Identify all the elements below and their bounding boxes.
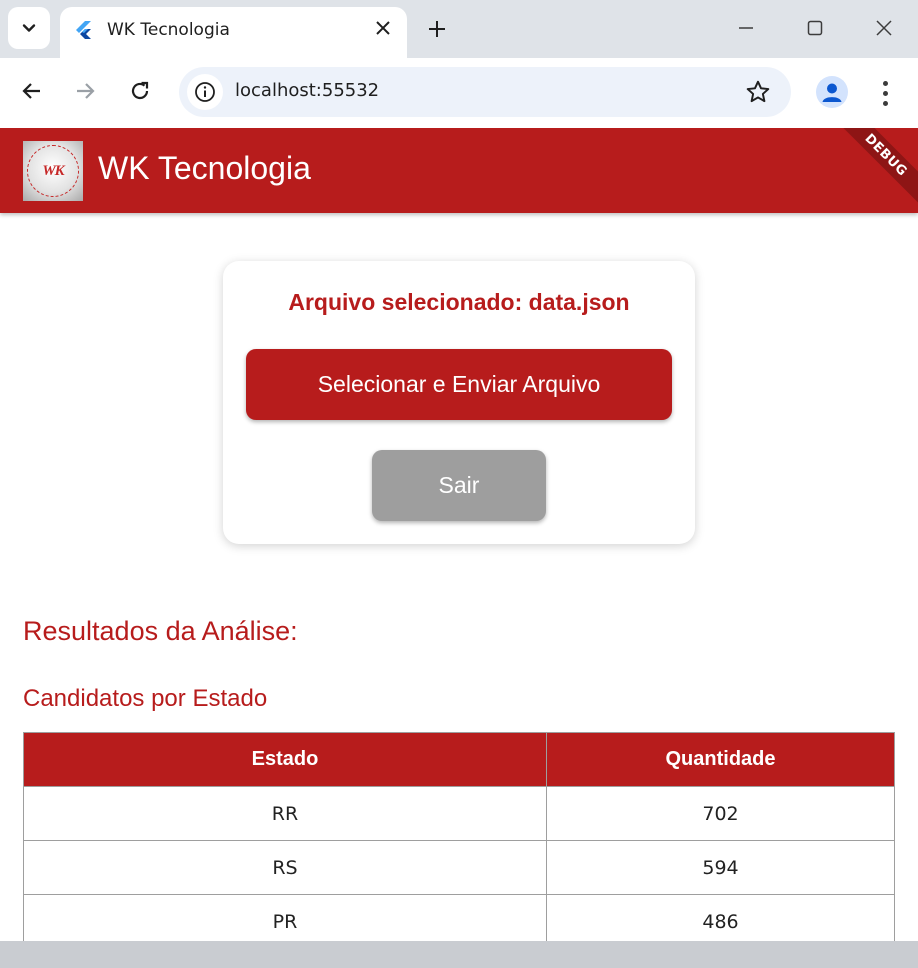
app-title: WK Tecnologia	[98, 150, 311, 186]
new-tab-button[interactable]	[420, 12, 454, 46]
forward-button[interactable]	[67, 73, 103, 109]
table-row: PR 486	[23, 894, 895, 941]
state-cell: PR	[23, 894, 547, 941]
tab-title: WK Tecnologia	[107, 20, 230, 40]
column-header-quantity: Quantidade	[546, 732, 895, 787]
close-icon	[876, 20, 892, 36]
section-heading: Candidatos por Estado	[23, 685, 268, 712]
quantity-cell: 486	[546, 894, 895, 941]
candidates-table: Estado Quantidade RR 702 RS 594 PR 486	[23, 732, 895, 941]
browser-toolbar: localhost:55532	[0, 58, 918, 128]
selected-file-label: Arquivo selecionado: data.json	[288, 289, 630, 315]
results-heading: Resultados da Análise:	[23, 616, 298, 646]
select-and-upload-button[interactable]: Selecionar e Enviar Arquivo	[246, 349, 672, 420]
debug-banner: DEBUG	[828, 128, 918, 213]
close-window-button[interactable]	[859, 8, 909, 48]
column-header-state: Estado	[23, 732, 547, 787]
quantity-cell: 594	[546, 840, 895, 895]
reload-button[interactable]	[122, 73, 158, 109]
reload-icon	[131, 81, 149, 100]
table-row: RR 702	[23, 786, 895, 841]
url-text: localhost:55532	[235, 80, 380, 101]
tab-strip: WK Tecnologia	[0, 0, 918, 58]
taskbar-peek	[0, 941, 918, 968]
logo-text: WK	[42, 162, 64, 179]
logo-ring: WK	[27, 145, 79, 197]
site-info-button[interactable]	[187, 74, 223, 110]
minimize-icon	[739, 27, 753, 29]
table-header-row: Estado Quantidade	[23, 732, 895, 787]
info-icon	[195, 82, 215, 102]
page-viewport: WK WK Tecnologia DEBUG Arquivo seleciona…	[0, 128, 918, 941]
state-cell: RS	[23, 840, 547, 895]
arrow-right-icon	[77, 83, 95, 99]
maximize-button[interactable]	[790, 8, 840, 48]
back-button[interactable]	[14, 73, 50, 109]
arrow-left-icon	[22, 83, 40, 99]
profile-avatar[interactable]	[816, 76, 848, 108]
star-icon[interactable]	[745, 79, 771, 105]
tab-search-button[interactable]	[8, 7, 50, 49]
browser-window: WK Tecnologia localhost:55532 WK WK Tecn…	[0, 0, 918, 968]
flutter-icon	[76, 21, 91, 39]
upload-card: Arquivo selecionado: data.json Seleciona…	[223, 261, 695, 544]
exit-button[interactable]: Sair	[372, 450, 546, 521]
browser-tab[interactable]: WK Tecnologia	[60, 7, 407, 58]
table-row: RS 594	[23, 840, 895, 895]
minimize-button[interactable]	[721, 8, 771, 48]
plus-icon	[429, 21, 445, 37]
maximize-icon	[807, 20, 823, 36]
address-bar[interactable]: localhost:55532	[179, 67, 791, 117]
tab-close-icon[interactable]	[371, 16, 395, 40]
app-bar: WK WK Tecnologia DEBUG	[0, 128, 918, 213]
chevron-down-icon	[22, 24, 36, 32]
quantity-cell: 702	[546, 786, 895, 841]
browser-menu-button[interactable]	[872, 76, 898, 110]
person-icon	[822, 83, 842, 102]
state-cell: RR	[23, 786, 547, 841]
debug-label: DEBUG	[861, 130, 911, 180]
company-logo: WK	[23, 141, 83, 201]
